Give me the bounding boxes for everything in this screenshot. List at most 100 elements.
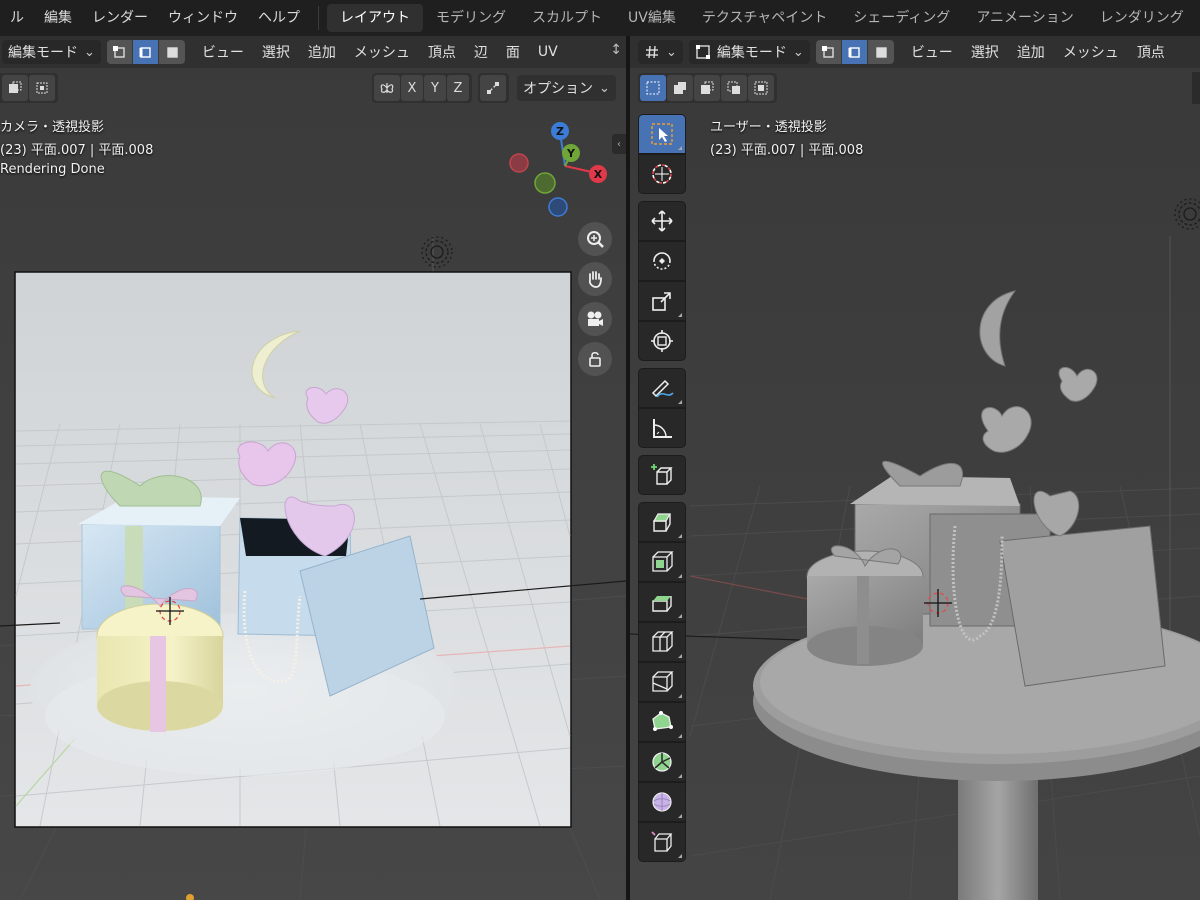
orientation-icon: [646, 45, 658, 59]
select-mode-group-right: [815, 40, 894, 64]
add-cube-tool[interactable]: [638, 455, 686, 495]
select-subtract-button[interactable]: [29, 75, 55, 101]
select-box-tool[interactable]: [638, 114, 686, 154]
vertex-select-button-right[interactable]: [815, 40, 842, 64]
inset-tool[interactable]: [638, 542, 686, 582]
menu-edge[interactable]: 辺: [465, 42, 497, 62]
menu-edit[interactable]: 編集: [34, 0, 82, 36]
menu-mesh-right[interactable]: メッシュ: [1054, 42, 1128, 62]
select-new-button[interactable]: [640, 75, 666, 101]
tab-rendering[interactable]: レンダリング: [1087, 4, 1197, 32]
loop-cut-tool[interactable]: [638, 622, 686, 662]
menu-vertex[interactable]: 頂点: [419, 42, 465, 62]
select-subtract-icon: [36, 82, 48, 94]
face-select-icon: [876, 47, 887, 58]
options-dropdown[interactable]: オプション: [517, 75, 616, 101]
transform-orientation-dropdown[interactable]: [638, 40, 683, 64]
menu-add[interactable]: 追加: [299, 42, 345, 62]
extrude-icon: [652, 513, 672, 532]
lock-camera-button[interactable]: [578, 342, 612, 376]
measure-tool[interactable]: [638, 408, 686, 448]
annotate-tool[interactable]: [638, 368, 686, 408]
menu-view[interactable]: ビュー: [193, 42, 253, 62]
move-tool[interactable]: [638, 201, 686, 241]
edge-select-icon: [139, 47, 152, 58]
axis-y-button[interactable]: Y: [424, 75, 446, 101]
select-invert-button[interactable]: [721, 75, 747, 101]
tab-animation[interactable]: アニメーション: [963, 4, 1086, 32]
right-viewport-header: 編集モード ビュー 選択 追加 メッシュ 頂点: [630, 36, 1200, 68]
pan-button[interactable]: [578, 262, 612, 296]
snap-button[interactable]: [480, 75, 506, 101]
edit-mode-icon: [695, 45, 710, 59]
vertex-select-button[interactable]: [106, 40, 133, 64]
zoom-button[interactable]: [578, 222, 612, 256]
edge-slide-icon: [651, 831, 673, 852]
scale-tool[interactable]: [638, 281, 686, 321]
tab-uv-editing[interactable]: UV編集: [615, 4, 689, 32]
select-intersect-button[interactable]: [748, 75, 774, 101]
cursor-tool[interactable]: [638, 154, 686, 194]
snap-icon: [487, 82, 499, 94]
smooth-tool[interactable]: [638, 782, 686, 822]
rotate-tool[interactable]: [638, 241, 686, 281]
scale-icon: [652, 292, 671, 311]
menu-face[interactable]: 面: [497, 42, 529, 62]
select-extend-button[interactable]: [2, 75, 28, 101]
select-subtract-button-right[interactable]: [694, 75, 720, 101]
tab-sculpt[interactable]: スカルプト: [519, 4, 615, 32]
gizmo-y-label: Y: [566, 147, 576, 160]
poly-build-tool[interactable]: [638, 702, 686, 742]
tab-modeling[interactable]: モデリング: [423, 4, 519, 32]
tab-texture-paint[interactable]: テクスチャペイント: [689, 4, 840, 32]
menu-file[interactable]: ル: [0, 0, 34, 36]
menu-separator: [318, 6, 319, 30]
mode-dropdown[interactable]: 編集モード: [2, 40, 101, 64]
tab-shading[interactable]: シェーディング: [840, 4, 963, 32]
edge-select-button[interactable]: [132, 40, 159, 64]
top-menu-bar: ル 編集 レンダー ウィンドウ ヘルプ レイアウト モデリング スカルプト UV…: [0, 0, 1200, 36]
menu-window[interactable]: ウィンドウ: [158, 0, 248, 36]
transform-tool[interactable]: [638, 321, 686, 361]
axis-z-button[interactable]: Z: [447, 75, 469, 101]
axis-y-label: Y: [431, 80, 439, 96]
tab-layout[interactable]: レイアウト: [327, 4, 423, 32]
edge-select-button-right[interactable]: [841, 40, 868, 64]
menu-uv[interactable]: UV: [529, 44, 567, 60]
face-select-button[interactable]: [158, 40, 185, 64]
mode-dropdown-right[interactable]: 編集モード: [688, 40, 810, 64]
smooth-icon: [652, 792, 672, 812]
spin-icon: [652, 752, 672, 772]
spin-tool[interactable]: [638, 742, 686, 782]
knife-tool[interactable]: [638, 662, 686, 702]
mode-label-right: 編集モード: [716, 45, 787, 61]
sidebar-toggle-icon[interactable]: ‹: [612, 134, 626, 154]
face-select-button-right[interactable]: [867, 40, 894, 64]
menu-render[interactable]: レンダー: [82, 0, 158, 36]
left-3d-viewport[interactable]: 編集モード ビュー 選択 追加 メッシュ 頂点 辺 面 UV ↕: [0, 36, 626, 900]
extrude-tool[interactable]: [638, 502, 686, 542]
right-scroll-strip[interactable]: [1192, 72, 1200, 104]
menu-vertex-right[interactable]: 頂点: [1128, 42, 1174, 62]
camera-view-button[interactable]: [578, 302, 612, 336]
mirror-button[interactable]: [374, 75, 400, 101]
menu-mesh[interactable]: メッシュ: [345, 42, 419, 62]
right-3d-viewport[interactable]: 編集モード ビュー 選択 追加 メッシュ 頂点: [630, 36, 1200, 900]
menu-view-right[interactable]: ビュー: [902, 42, 962, 62]
menu-select[interactable]: 選択: [253, 42, 299, 62]
bevel-icon: [652, 596, 672, 612]
header-scroll-arrow-icon[interactable]: ↕: [610, 42, 622, 58]
menu-help[interactable]: ヘルプ: [248, 0, 310, 36]
axis-z-label: Z: [453, 80, 463, 96]
navigation-gizmo[interactable]: Z Y X: [505, 120, 615, 230]
bevel-tool[interactable]: [638, 582, 686, 622]
axis-x-button[interactable]: X: [401, 75, 423, 101]
vertex-select-icon: [822, 46, 835, 58]
select-subtract-icon: [701, 81, 714, 94]
select-invert-icon: [727, 81, 740, 94]
menu-add-right[interactable]: 追加: [1008, 42, 1054, 62]
left-overlay-tools: X Y Z オプション: [372, 72, 622, 104]
edge-slide-tool[interactable]: [638, 822, 686, 862]
menu-select-right[interactable]: 選択: [962, 42, 1008, 62]
select-extend-button-right[interactable]: [667, 75, 693, 101]
